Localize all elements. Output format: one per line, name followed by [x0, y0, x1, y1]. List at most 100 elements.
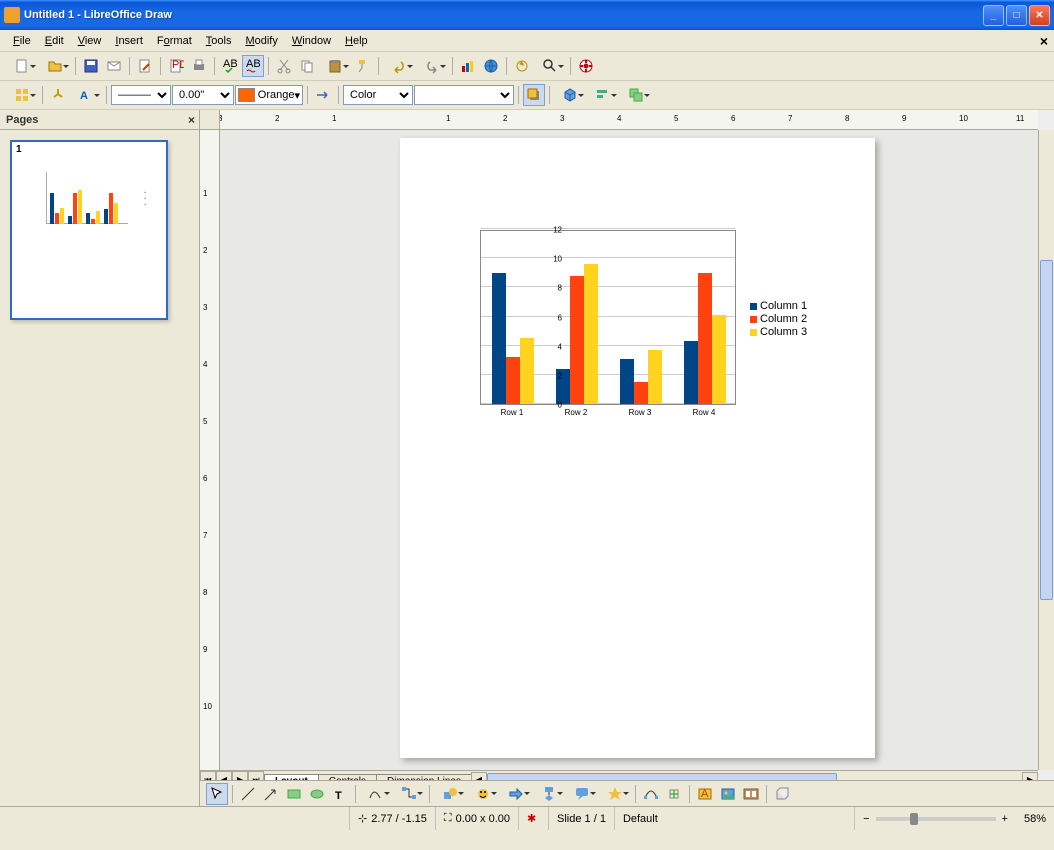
svg-text:PDF: PDF: [172, 59, 184, 71]
gluepoints-button[interactable]: [47, 84, 69, 106]
minimize-button[interactable]: _: [983, 5, 1004, 26]
window-title: Untitled 1 - LibreOffice Draw: [24, 9, 983, 21]
gallery-button[interactable]: [740, 783, 762, 805]
shadow-button[interactable]: [523, 84, 545, 106]
zoom-button[interactable]: [534, 55, 566, 77]
menu-edit[interactable]: Edit: [38, 33, 71, 49]
zoom-controls[interactable]: − +: [855, 807, 1016, 830]
help-button[interactable]: [575, 55, 597, 77]
chart-bar: [520, 338, 534, 404]
navigator-button[interactable]: [511, 55, 533, 77]
flowchart-tool[interactable]: [533, 783, 565, 805]
menu-format[interactable]: Format: [150, 33, 199, 49]
pages-panel: Pages × 1 ▪▪▪: [0, 110, 200, 806]
gluepoints-tool[interactable]: [663, 783, 685, 805]
fontwork-gallery-button[interactable]: A: [694, 783, 716, 805]
hyperlink-button[interactable]: [480, 55, 502, 77]
3d-effects-button[interactable]: [554, 84, 586, 106]
status-page-style[interactable]: Default: [615, 807, 855, 830]
status-slide[interactable]: Slide 1 / 1: [549, 807, 615, 830]
new-button[interactable]: [6, 55, 38, 77]
points-edit-tool[interactable]: [640, 783, 662, 805]
chart-y-tick: 4: [558, 342, 562, 351]
page-thumbnail[interactable]: 1 ▪▪▪: [10, 140, 168, 320]
menu-modify[interactable]: Modify: [238, 33, 284, 49]
fontwork-button[interactable]: A: [70, 84, 102, 106]
chart-bar: [570, 276, 584, 404]
text-tool[interactable]: T: [329, 783, 351, 805]
close-button[interactable]: ✕: [1029, 5, 1050, 26]
ellipse-tool[interactable]: [306, 783, 328, 805]
zoom-in-icon[interactable]: +: [1002, 813, 1008, 825]
menu-insert[interactable]: Insert: [108, 33, 150, 49]
menu-help[interactable]: Help: [338, 33, 375, 49]
pages-panel-header: Pages ×: [0, 110, 199, 130]
cut-button[interactable]: [273, 55, 295, 77]
chart-button[interactable]: [457, 55, 479, 77]
block-arrows-tool[interactable]: [500, 783, 532, 805]
legend-entry: Column 1: [750, 300, 807, 312]
zoom-percent[interactable]: 58%: [1016, 807, 1054, 830]
page-thumbnail-number: 1: [16, 144, 22, 155]
area-fill-select[interactable]: [414, 85, 514, 105]
line-fill-toolbar: A ——— 0.00" Orange▾ Color: [0, 81, 1054, 110]
extrusion-button[interactable]: [771, 783, 793, 805]
chart-y-tick: 12: [553, 226, 562, 235]
chart-x-tick: Row 3: [615, 408, 665, 417]
arrange-button[interactable]: [620, 84, 652, 106]
rectangle-tool[interactable]: [283, 783, 305, 805]
format-paintbrush-button[interactable]: [352, 55, 374, 77]
zoom-slider[interactable]: [876, 817, 996, 821]
area-style-select[interactable]: Color: [343, 85, 413, 105]
vertical-ruler[interactable]: 12345678910: [200, 130, 220, 770]
zoom-out-icon[interactable]: −: [863, 813, 869, 825]
chart-bar: [506, 357, 520, 404]
stars-tool[interactable]: [599, 783, 631, 805]
chart-object[interactable]: 024681012 Row 1Row 2Row 3Row 4 Column 1C…: [452, 230, 822, 430]
open-button[interactable]: [39, 55, 71, 77]
horizontal-ruler[interactable]: 3211234567891011: [220, 110, 1038, 130]
redo-button[interactable]: [416, 55, 448, 77]
callouts-tool[interactable]: [566, 783, 598, 805]
symbol-shapes-tool[interactable]: [467, 783, 499, 805]
menu-window[interactable]: Window: [285, 33, 338, 49]
basic-shapes-tool[interactable]: [434, 783, 466, 805]
connector-tool[interactable]: [393, 783, 425, 805]
display-grid-button[interactable]: [6, 84, 38, 106]
pdf-export-button[interactable]: PDF: [165, 55, 187, 77]
auto-spellcheck-button[interactable]: ABC: [242, 55, 264, 77]
arrow-style-button[interactable]: [312, 84, 334, 106]
spellcheck-button[interactable]: ABC: [219, 55, 241, 77]
pages-panel-close-icon[interactable]: ×: [188, 113, 195, 127]
maximize-button[interactable]: □: [1006, 5, 1027, 26]
email-button[interactable]: [103, 55, 125, 77]
line-color-select[interactable]: Orange▾: [235, 85, 303, 105]
canvas-viewport[interactable]: 024681012 Row 1Row 2Row 3Row 4 Column 1C…: [220, 130, 1038, 770]
from-file-button[interactable]: [717, 783, 739, 805]
print-button[interactable]: [188, 55, 210, 77]
chart-y-tick: 6: [558, 313, 562, 322]
chart-y-tick: 2: [558, 371, 562, 380]
document-close-icon[interactable]: ×: [1040, 33, 1048, 49]
line-tool[interactable]: [237, 783, 259, 805]
curve-tool[interactable]: [360, 783, 392, 805]
chart-x-tick: Row 1: [487, 408, 537, 417]
paste-button[interactable]: [319, 55, 351, 77]
chart-bar: [634, 382, 648, 404]
undo-button[interactable]: [383, 55, 415, 77]
select-tool[interactable]: [206, 783, 228, 805]
legend-entry: Column 3: [750, 326, 807, 338]
chart-legend: Column 1Column 2Column 3: [750, 300, 807, 339]
status-size: ⛶0.00 x 0.00: [436, 807, 519, 830]
line-arrow-tool[interactable]: [260, 783, 282, 805]
edit-file-button[interactable]: [134, 55, 156, 77]
line-style-select[interactable]: ———: [111, 85, 171, 105]
copy-button[interactable]: [296, 55, 318, 77]
menu-view[interactable]: View: [71, 33, 109, 49]
save-button[interactable]: [80, 55, 102, 77]
alignment-button[interactable]: [587, 84, 619, 106]
menu-file[interactable]: File: [6, 33, 38, 49]
vertical-scrollbar[interactable]: [1038, 130, 1054, 770]
line-width-select[interactable]: 0.00": [172, 85, 234, 105]
menu-tools[interactable]: Tools: [199, 33, 239, 49]
